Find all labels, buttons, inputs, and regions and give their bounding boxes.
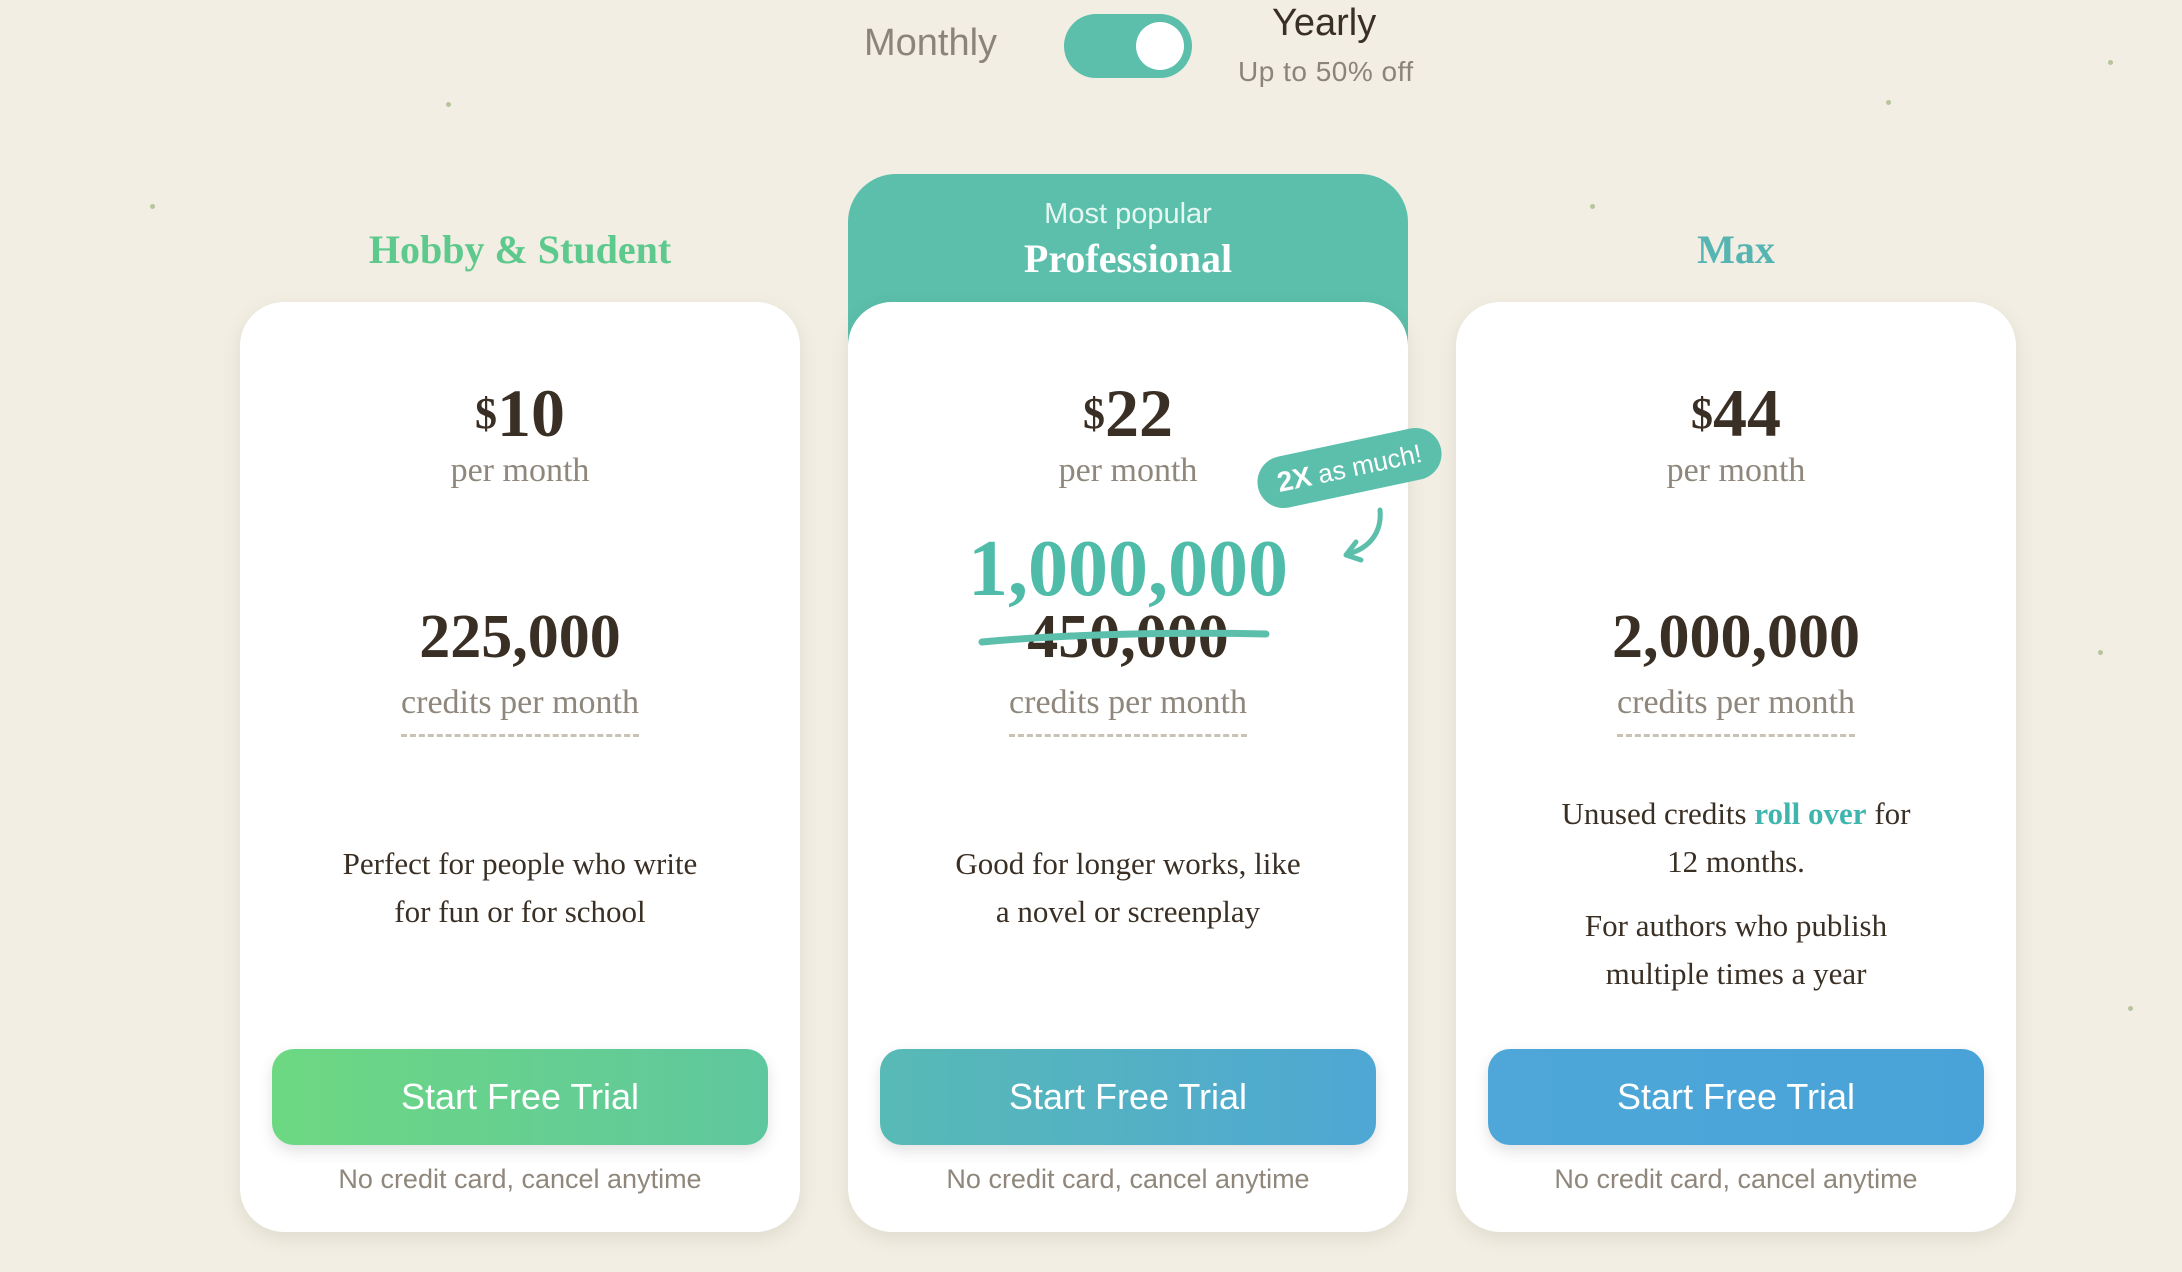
billing-switch[interactable]	[1064, 14, 1192, 78]
description-line: for fun or for school	[394, 894, 646, 929]
billing-period-toggle: Monthly Yearly Up to 50% off	[0, 0, 2182, 110]
description-line: Perfect for people who write	[342, 846, 698, 881]
plan-card-professional: $22 per month 2X as much! 1,000,000 450,…	[848, 302, 1447, 1232]
plan-card-hobby: $10 per month 225,000 credits per month …	[240, 302, 800, 1232]
rollover-line: 12 months.	[1667, 844, 1805, 879]
start-free-trial-button[interactable]: Start Free Trial	[272, 1049, 768, 1145]
background-speck	[150, 204, 155, 209]
callout-multiplier: 2X	[1274, 460, 1315, 498]
rollover-note: Unused credits roll over for 12 months.	[1496, 790, 1976, 886]
description-line: For authors who publish	[1584, 908, 1888, 943]
strikethrough-mark	[978, 629, 1270, 646]
plan-price: $22	[848, 374, 1408, 453]
start-free-trial-button[interactable]: Start Free Trial	[1488, 1049, 1984, 1145]
trial-note: No credit card, cancel anytime	[1554, 1164, 1918, 1194]
most-popular-badge: Most popular	[1044, 198, 1212, 230]
rollover-highlight: roll over	[1754, 796, 1867, 831]
callout-text: as much!	[1315, 438, 1425, 490]
currency-symbol: $	[1691, 389, 1713, 438]
switch-knob	[1136, 22, 1184, 70]
price-amount: 44	[1713, 375, 1781, 451]
credits-label[interactable]: credits per month	[1009, 684, 1247, 737]
rollover-prefix: Unused credits	[1561, 796, 1747, 831]
plan-title-max: Max	[1697, 227, 1775, 272]
price-period: per month	[1666, 452, 1806, 489]
credits-label[interactable]: credits per month	[1617, 684, 1855, 737]
credits-amount: 225,000	[419, 603, 621, 671]
plan-description: Good for longer works, like a novel or s…	[888, 840, 1368, 936]
credits-amount: 2,000,000	[1612, 603, 1860, 671]
currency-symbol: $	[1083, 389, 1105, 438]
plan-description: Perfect for people who write for fun or …	[280, 840, 760, 936]
plan-description: For authors who publish multiple times a…	[1496, 902, 1976, 998]
start-free-trial-button[interactable]: Start Free Trial	[880, 1049, 1376, 1145]
plan-card-max: $44 per month 2,000,000 credits per mont…	[1456, 302, 2016, 1232]
plan-price: $10	[240, 374, 800, 453]
price-period: per month	[450, 452, 590, 489]
plan-title-professional: Professional	[1023, 236, 1233, 281]
yearly-discount-note: Up to 50% off	[1238, 56, 1414, 87]
rollover-suffix: for	[1874, 796, 1911, 831]
currency-symbol: $	[475, 389, 497, 438]
yearly-label[interactable]: Yearly	[1272, 2, 1376, 45]
trial-note: No credit card, cancel anytime	[338, 1164, 702, 1194]
description-line: a novel or screenplay	[995, 894, 1261, 929]
background-speck	[2098, 650, 2103, 655]
credits-label[interactable]: credits per month	[401, 684, 639, 737]
plan-title-hobby: Hobby & Student	[368, 227, 672, 272]
price-amount: 22	[1105, 375, 1173, 451]
description-line: multiple times a year	[1605, 956, 1867, 991]
trial-note: No credit card, cancel anytime	[946, 1164, 1310, 1194]
monthly-label[interactable]: Monthly	[864, 22, 997, 65]
background-speck	[1590, 204, 1595, 209]
description-line: Good for longer works, like	[955, 846, 1301, 881]
background-speck	[2128, 1006, 2133, 1011]
plan-price: $44	[1456, 374, 2016, 453]
price-amount: 10	[497, 375, 565, 451]
rollover-line: Unused credits roll over for	[1496, 790, 1976, 838]
